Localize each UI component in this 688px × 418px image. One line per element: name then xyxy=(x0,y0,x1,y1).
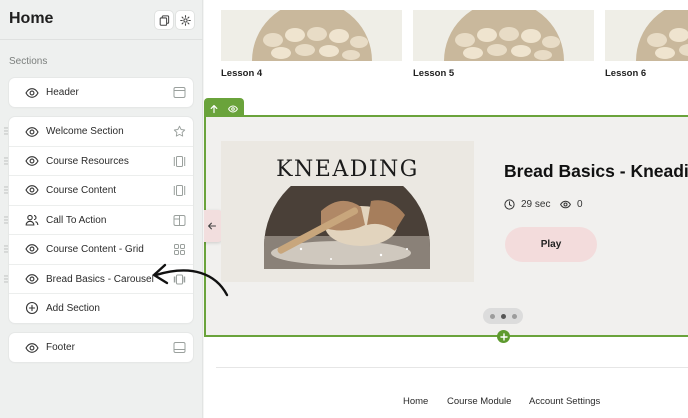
drag-handle-icon[interactable] xyxy=(4,186,8,194)
dough-image xyxy=(636,10,688,61)
lesson-title: Lesson 5 xyxy=(413,68,455,79)
layout-columns-icon xyxy=(173,214,186,227)
pagination-dot-active[interactable] xyxy=(500,313,506,319)
eye-icon[interactable] xyxy=(25,341,39,355)
carousel-pagination xyxy=(483,308,523,324)
sidebar-item-label: Footer xyxy=(46,342,75,353)
dough-image xyxy=(444,10,564,61)
sidebar-item-course-content[interactable]: Course Content xyxy=(4,175,193,204)
sidebar-item-label: Bread Basics - Carousel xyxy=(46,273,154,285)
sidebar-item-course-content-grid[interactable]: Course Content - Grid xyxy=(4,234,193,263)
eye-icon[interactable] xyxy=(25,183,39,197)
footer-section-card[interactable]: Footer xyxy=(9,333,193,362)
copy-icon xyxy=(159,14,169,26)
gear-icon xyxy=(179,14,191,26)
course-title: Bread Basics - Kneading xyxy=(504,161,688,181)
lesson-thumbnail[interactable] xyxy=(605,10,688,61)
views-meta: 0 xyxy=(560,199,583,210)
dough-image xyxy=(252,10,372,61)
sidebar-item-label: Welcome Section xyxy=(46,126,124,137)
pagination-dot[interactable] xyxy=(489,313,495,319)
duration-meta: 29 sec xyxy=(504,199,550,210)
kneading-photo xyxy=(264,186,430,269)
sidebar-item-welcome-section[interactable]: Welcome Section xyxy=(4,117,193,146)
pagination-dot[interactable] xyxy=(511,313,517,319)
eye-icon[interactable] xyxy=(25,125,39,139)
footer-link-account-settings[interactable]: Account Settings xyxy=(529,396,600,407)
settings-button[interactable] xyxy=(176,11,194,29)
columns-icon xyxy=(173,184,186,197)
duplicate-button[interactable] xyxy=(155,11,173,29)
page-title: Home xyxy=(9,10,54,27)
users-icon[interactable] xyxy=(25,213,39,227)
clock-icon xyxy=(504,199,515,210)
eye-icon[interactable] xyxy=(25,154,39,168)
carousel-prev-button[interactable] xyxy=(204,210,222,242)
drag-handle-icon[interactable] xyxy=(4,275,8,283)
page-canvas: Lesson 4 Lesson 5 Lesson 6 KNEADING Brea… xyxy=(204,0,688,418)
layout-footer-icon xyxy=(173,341,186,354)
eye-icon[interactable] xyxy=(25,272,39,286)
lesson-title: Lesson 4 xyxy=(221,68,263,79)
sidebar-header: Home xyxy=(0,0,203,40)
arrow-left-icon xyxy=(208,222,217,230)
sidebar-item-call-to-action[interactable]: Call To Action xyxy=(4,205,193,234)
eye-icon[interactable] xyxy=(25,86,39,100)
sidebar-item-label: Call To Action xyxy=(46,214,107,226)
drag-handle-icon[interactable] xyxy=(4,157,8,165)
footer-link-home[interactable]: Home xyxy=(403,396,428,407)
sidebar-item-label: Course Resources xyxy=(46,155,129,167)
sidebar-item-footer[interactable]: Footer xyxy=(9,333,193,362)
drag-handle-icon[interactable] xyxy=(4,216,8,224)
sidebar-item-header[interactable]: Header xyxy=(9,78,193,107)
layout-header-icon xyxy=(173,86,186,99)
eye-icon xyxy=(560,200,571,209)
columns-icon xyxy=(173,155,186,168)
sections-label: Sections xyxy=(9,56,48,67)
add-section-label: Add Section xyxy=(46,302,100,314)
plus-icon xyxy=(499,332,508,341)
star-icon xyxy=(173,125,186,138)
eye-icon[interactable] xyxy=(25,242,39,256)
footer-divider xyxy=(216,367,688,368)
drag-handle-icon[interactable] xyxy=(4,127,8,135)
sidebar-item-label: Course Content xyxy=(46,184,117,196)
duration-text: 29 sec xyxy=(521,199,551,210)
sidebar-item-course-resources[interactable]: Course Resources xyxy=(4,146,193,175)
drag-handle-icon[interactable] xyxy=(4,245,8,253)
lesson-title: Lesson 6 xyxy=(605,68,647,79)
plus-circle-icon xyxy=(25,301,39,315)
footer-link-course-module[interactable]: Course Module xyxy=(447,396,511,407)
annotation-arrow-icon xyxy=(152,263,229,297)
section-toolbar xyxy=(204,98,244,115)
carousel-image: KNEADING xyxy=(221,141,474,282)
lesson-thumbnail[interactable] xyxy=(221,10,402,61)
views-count: 0 xyxy=(577,199,583,210)
sidebar-item-label: Header xyxy=(46,87,79,98)
header-section-card[interactable]: Header xyxy=(9,78,193,107)
sidebar: Home Sections Header Welcome Section Cou… xyxy=(0,0,203,418)
add-section-below-button[interactable] xyxy=(497,330,510,343)
sidebar-item-label: Course Content - Grid xyxy=(46,243,144,255)
lesson-thumbnail[interactable] xyxy=(413,10,594,61)
play-button[interactable]: Play xyxy=(505,227,597,262)
grid-icon xyxy=(173,243,186,256)
